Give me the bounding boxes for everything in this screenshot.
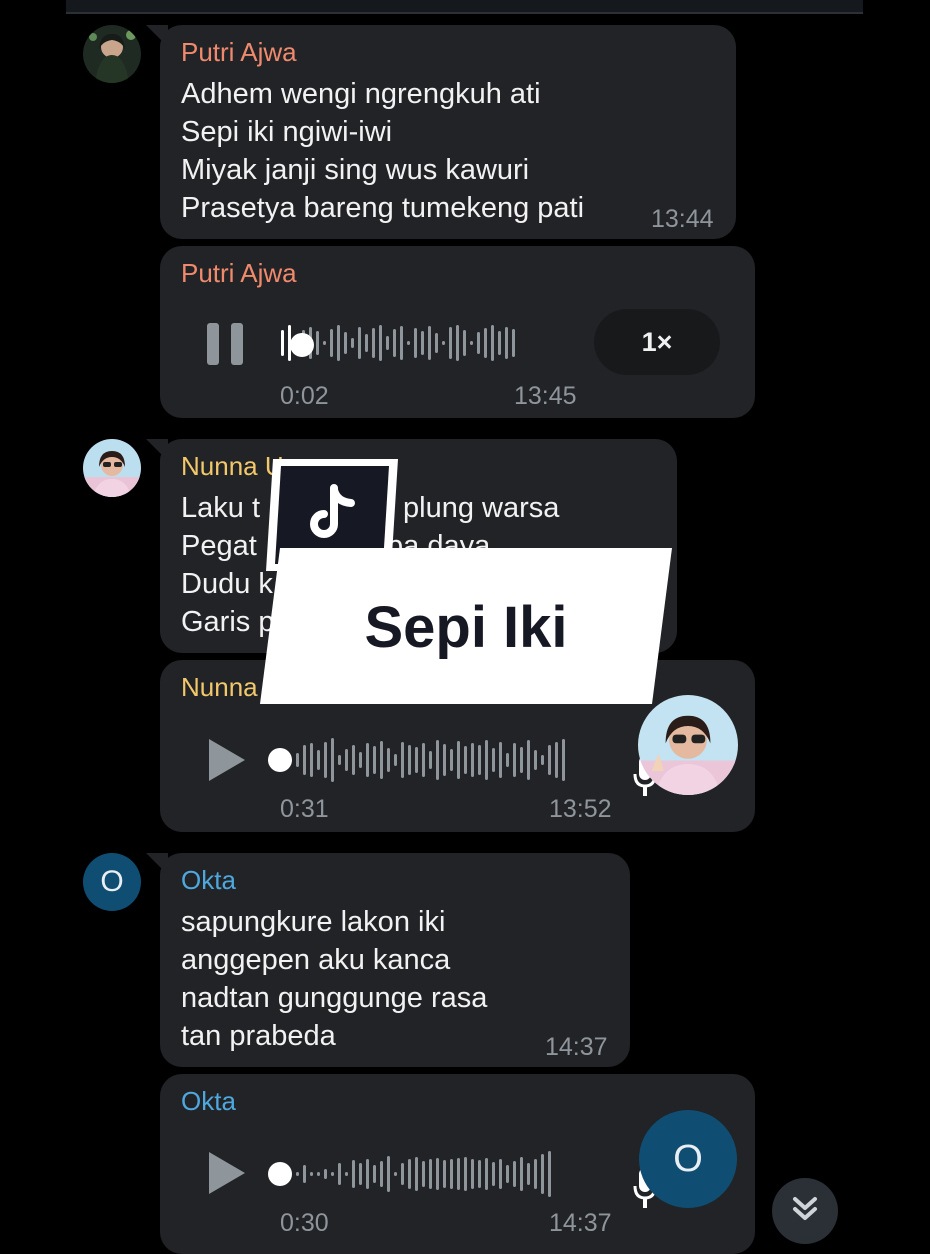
message-time: 13:52 xyxy=(549,795,612,823)
scroll-down-button[interactable] xyxy=(772,1178,838,1244)
voice-sender-avatar[interactable] xyxy=(638,695,738,795)
text-fragment: Pegat xyxy=(181,530,257,562)
voice-waveform[interactable] xyxy=(296,735,616,785)
message-bubble[interactable]: Putri Ajwa Adhem wengi ngrengkuh ati Sep… xyxy=(146,25,736,239)
message-text: Adhem wengi ngrengkuh ati Sepi iki ngiwi… xyxy=(181,78,585,224)
sender-name[interactable]: Nunna U xyxy=(181,451,284,482)
voice-message-bubble[interactable]: Putri Ajwa 1× 0:02 13:45 xyxy=(160,246,755,418)
overlay-title: Sepi Iki xyxy=(364,595,568,660)
avatar-putri-ajwa[interactable] xyxy=(83,25,141,83)
sender-name[interactable]: Okta xyxy=(181,865,236,896)
double-chevron-down-icon xyxy=(790,1194,820,1229)
sender-name[interactable]: Okta xyxy=(181,1086,236,1117)
sender-name[interactable]: Nunna xyxy=(181,672,258,703)
message-time: 14:37 xyxy=(545,1033,608,1061)
text-fragment: Garis p xyxy=(181,606,275,638)
avatar-nunna[interactable] xyxy=(83,439,141,497)
text-fragment: Laku t xyxy=(181,492,260,524)
sender-name[interactable]: Putri Ajwa xyxy=(181,258,297,289)
message-bubble[interactable]: Okta sapungkure lakon iki anggepen aku k… xyxy=(146,853,630,1067)
message-text: sapungkure lakon iki anggepen aku kanca … xyxy=(181,906,488,1052)
pause-icon[interactable] xyxy=(205,319,249,369)
avatar-okta[interactable]: O xyxy=(83,853,141,911)
message-time: 13:44 xyxy=(651,205,714,233)
voice-duration: 0:30 xyxy=(280,1209,329,1237)
play-icon[interactable] xyxy=(205,1148,249,1198)
voice-progress-knob[interactable] xyxy=(268,1162,292,1186)
voice-progress-knob[interactable] xyxy=(290,333,314,357)
chat-header-edge xyxy=(66,0,863,14)
playback-speed-button[interactable]: 1× xyxy=(594,309,720,375)
message-time: 13:45 xyxy=(514,382,577,410)
message-time: 14:37 xyxy=(549,1209,612,1237)
voice-waveform[interactable] xyxy=(281,318,581,368)
voice-waveform[interactable] xyxy=(296,1149,616,1199)
voice-progress-knob[interactable] xyxy=(268,748,292,772)
text-fragment: plung warsa xyxy=(403,492,560,524)
overlay-title-card: Sepi Iki xyxy=(260,548,672,704)
voice-sender-avatar[interactable]: O xyxy=(639,1110,737,1208)
play-icon[interactable] xyxy=(205,735,249,785)
voice-duration: 0:02 xyxy=(280,382,329,410)
voice-duration: 0:31 xyxy=(280,795,329,823)
sender-name[interactable]: Putri Ajwa xyxy=(181,37,297,68)
text-fragment: Dudu k xyxy=(181,568,273,600)
